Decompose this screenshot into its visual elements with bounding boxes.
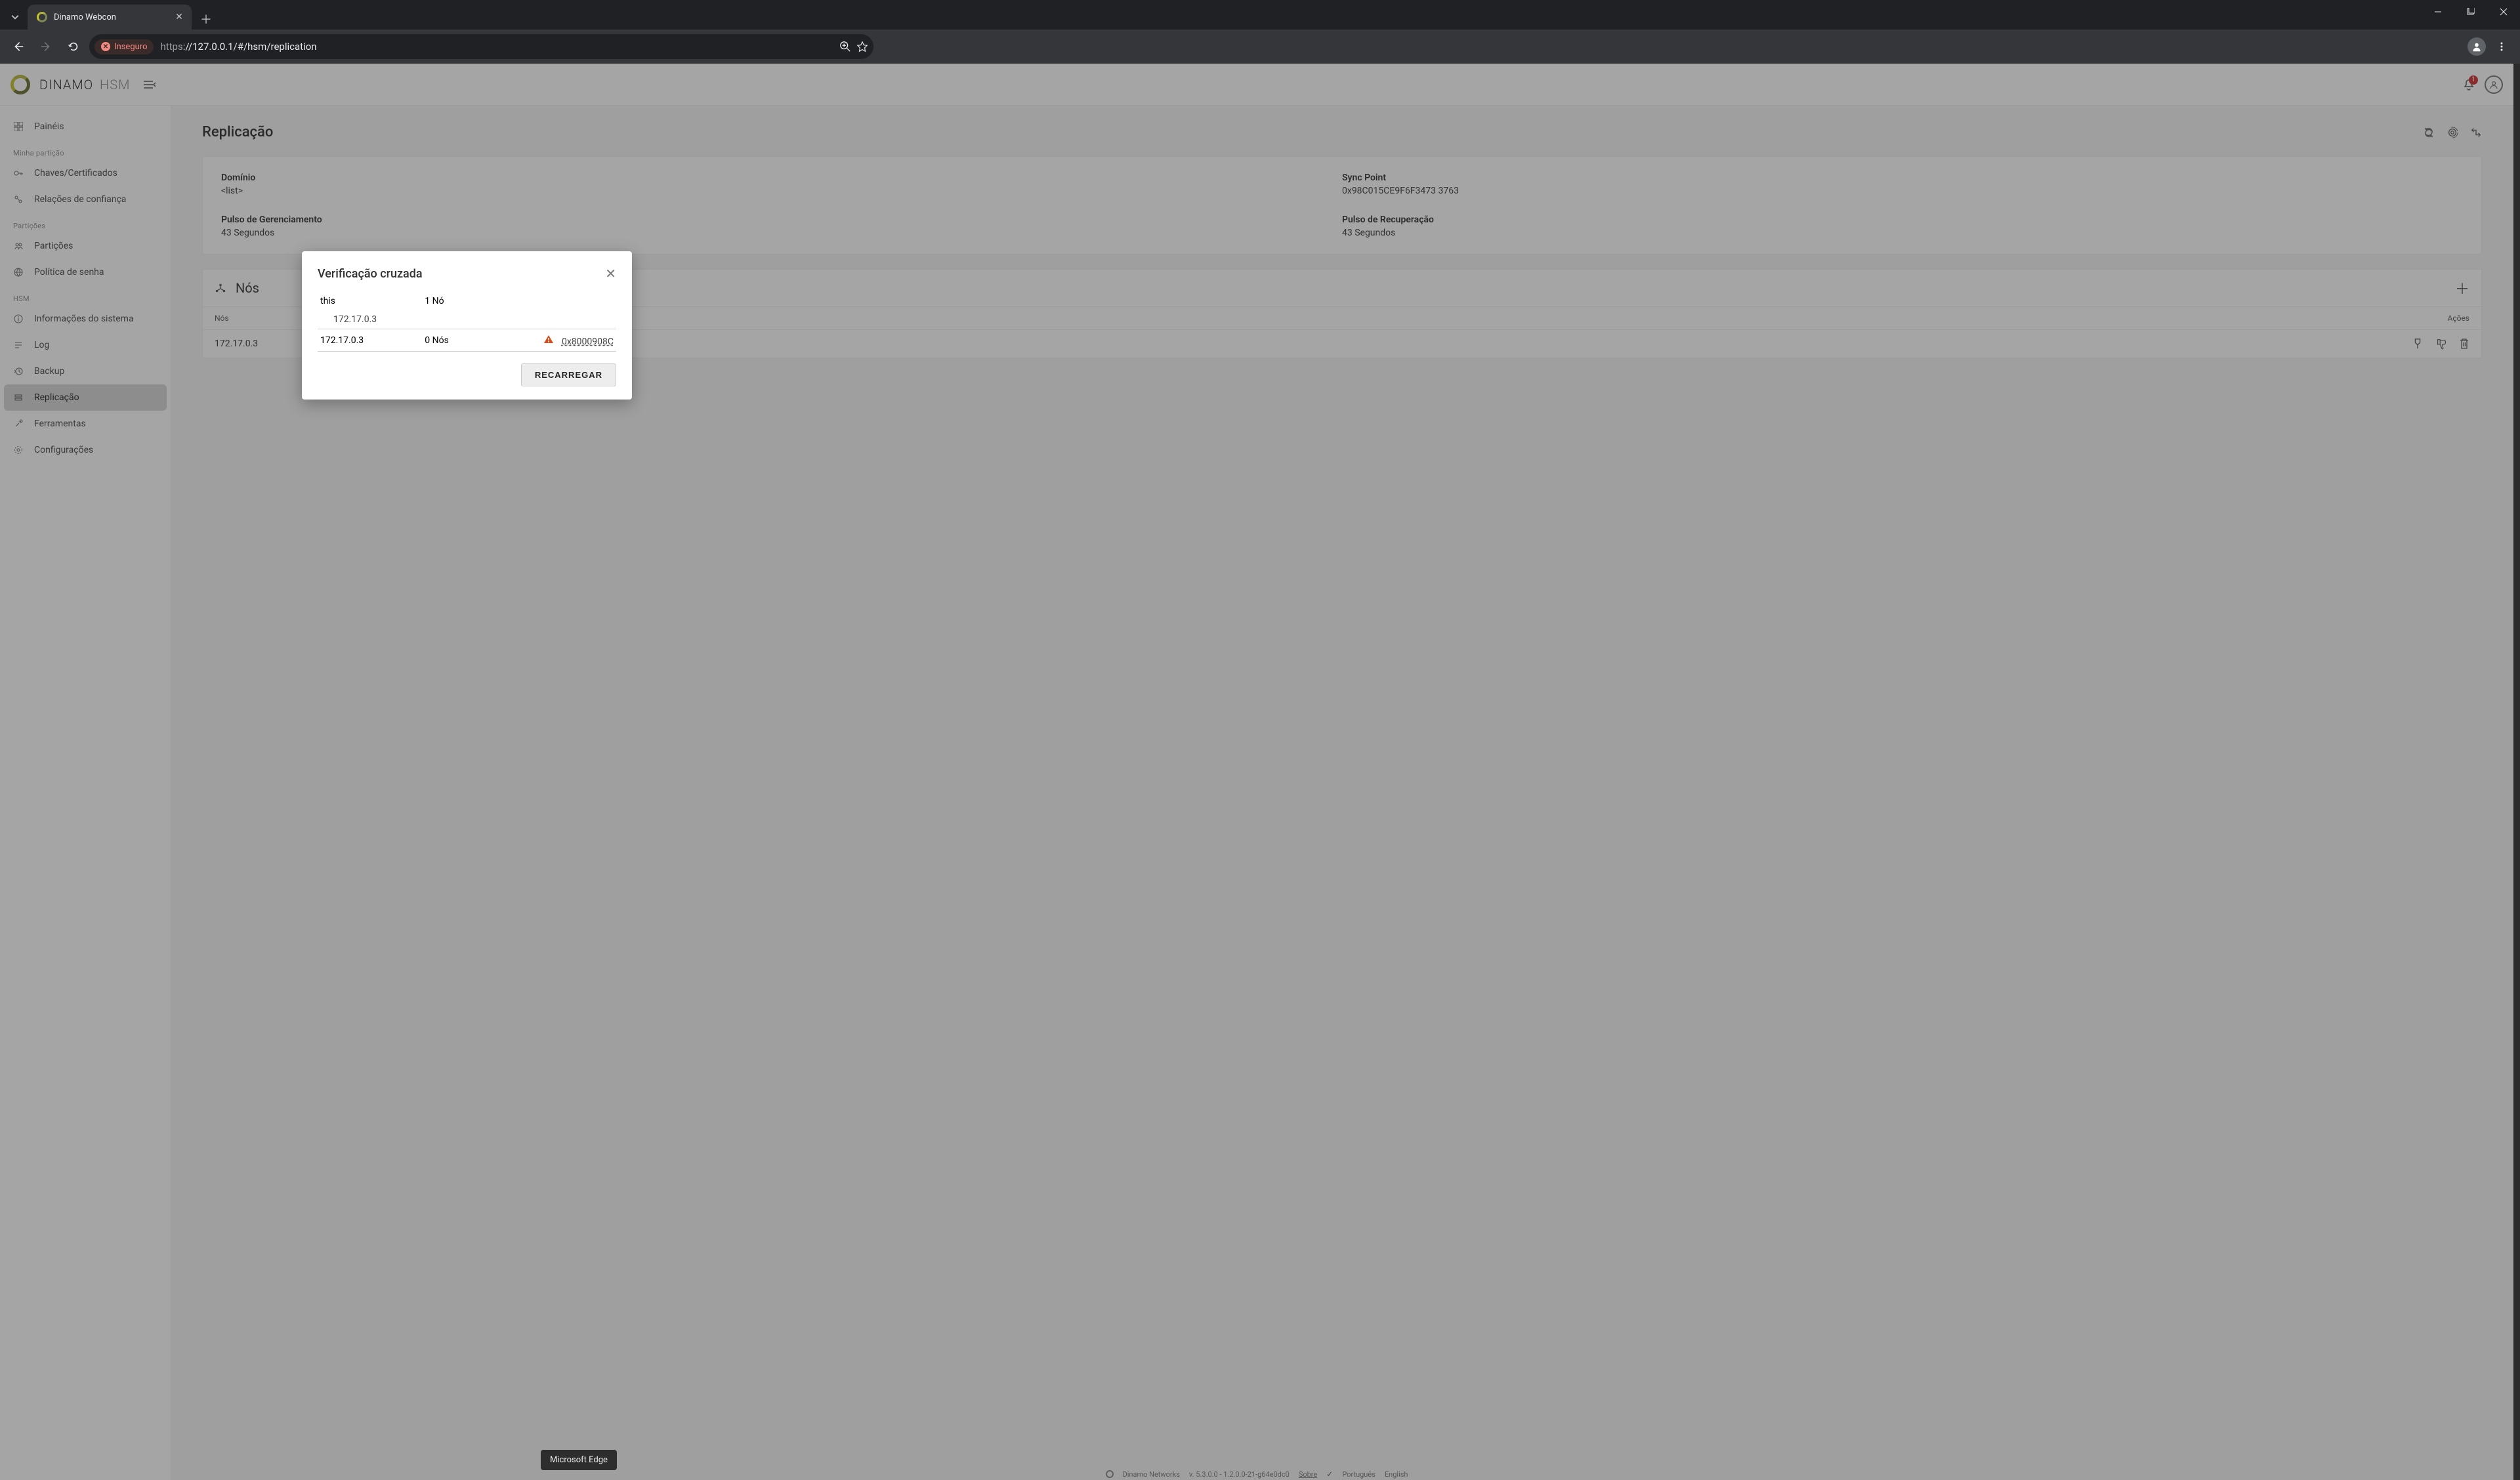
profile-button[interactable] [2468, 37, 2486, 56]
taskbar-tooltip: Microsoft Edge [541, 1450, 617, 1470]
app-viewport: DINAMO HSM 1 Painéis Minha partição [0, 64, 2513, 1480]
cross-verify-modal: Verificação cruzada ✕ this 1 Nó 172.17.0… [302, 251, 632, 400]
tab-strip: Dinamo Webcon ✕ ＋ [28, 0, 217, 30]
minimize-button[interactable] [2422, 0, 2454, 24]
kebab-icon [2496, 41, 2507, 52]
browser-toolbar: ✕ Inseguro https://127.0.0.1/#/hsm/repli… [0, 30, 2520, 64]
bookmark-button[interactable] [856, 41, 868, 52]
nav-back-button[interactable] [7, 35, 30, 58]
browser-titlebar: Dinamo Webcon ✕ ＋ [0, 0, 2520, 30]
zoom-button[interactable] [839, 41, 851, 52]
security-label: Inseguro [114, 42, 147, 52]
favicon-icon [37, 12, 47, 22]
browser-scrollbar[interactable] [2513, 64, 2520, 1480]
arrow-left-icon [12, 41, 24, 52]
address-bar[interactable]: ✕ Inseguro https://127.0.0.1/#/hsm/repli… [89, 34, 873, 59]
reload-icon [68, 41, 79, 52]
modal-close-button[interactable]: ✕ [605, 266, 616, 281]
modal-title: Verificação cruzada [318, 267, 423, 281]
tab-title: Dinamo Webcon [54, 12, 116, 22]
star-icon [856, 41, 868, 52]
cell-name: 172.17.0.3 [318, 329, 422, 352]
modal-table: this 1 Nó 172.17.0.3 172.17.0.3 0 Nós 0x… [318, 292, 616, 352]
arrow-right-icon [40, 41, 52, 52]
url-text: https://127.0.0.1/#/hsm/replication [160, 41, 316, 52]
warning-icon [543, 333, 555, 345]
modal-row-error: 172.17.0.3 0 Nós 0x8000908C [318, 329, 616, 352]
chevron-down-icon [11, 13, 19, 21]
cell-count: 0 Nós [422, 329, 512, 352]
new-tab-button[interactable]: ＋ [196, 9, 217, 30]
insecure-icon: ✕ [101, 42, 110, 51]
nav-reload-button[interactable] [62, 35, 85, 58]
error-code-link[interactable]: 0x8000908C [562, 337, 614, 347]
url-scheme: https [160, 41, 182, 52]
browser-menu-button[interactable] [2490, 35, 2513, 58]
minimize-icon [2434, 8, 2442, 16]
security-chip[interactable]: ✕ Inseguro [94, 39, 154, 54]
cell-subip: 172.17.0.3 [318, 310, 616, 329]
modal-subrow: 172.17.0.3 [318, 310, 616, 329]
close-window-button[interactable] [2487, 0, 2520, 24]
cell-name: this [318, 292, 422, 310]
tab-dropdown-button[interactable] [3, 5, 28, 30]
modal-row-this: this 1 Nó [318, 292, 616, 310]
zoom-icon [839, 41, 851, 52]
nav-forward-button[interactable] [34, 35, 58, 58]
window-controls [2422, 0, 2520, 24]
browser-tab[interactable]: Dinamo Webcon ✕ [28, 5, 192, 30]
reload-button[interactable]: RECARREGAR [521, 363, 616, 386]
maximize-icon [2467, 8, 2475, 16]
person-icon [2471, 41, 2482, 52]
close-icon [2500, 8, 2508, 16]
maximize-button[interactable] [2454, 0, 2487, 24]
tab-close-button[interactable]: ✕ [173, 11, 185, 23]
url-path: ://127.0.0.1/#/hsm/replication [183, 41, 317, 52]
cell-count: 1 Nó [422, 292, 512, 310]
